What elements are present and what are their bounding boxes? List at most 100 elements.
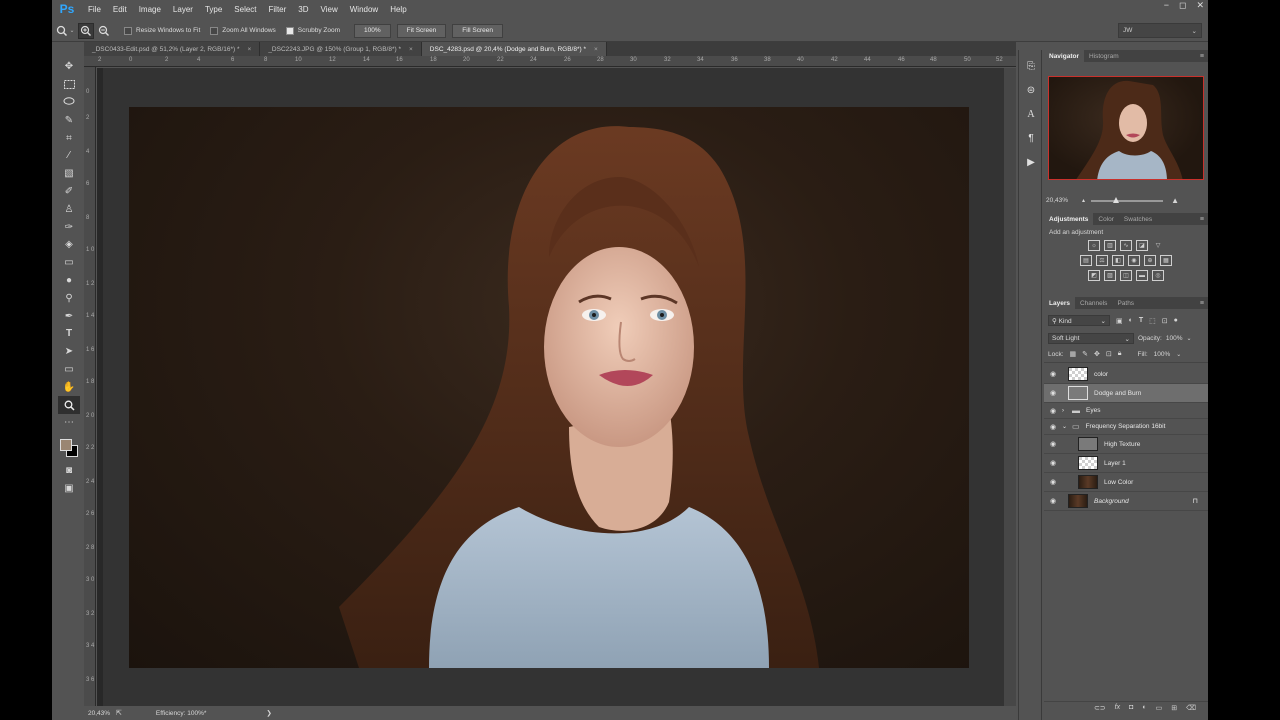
quick-mask-icon[interactable]: ◙	[58, 462, 80, 480]
tab-close-icon[interactable]: ×	[594, 46, 598, 53]
gradient-tool-icon[interactable]: ▭	[58, 254, 80, 272]
layer-row-selected[interactable]: ◉ Dodge and Burn	[1044, 384, 1208, 403]
delete-layer-icon[interactable]: ⌫	[1186, 704, 1196, 712]
eyedropper-tool-icon[interactable]: ⁄	[58, 147, 80, 165]
type-tool-icon[interactable]: T	[58, 325, 80, 343]
layer-group-row[interactable]: ◉ ⌄ ▭ Frequency Separation 16bit	[1044, 419, 1208, 435]
eraser-tool-icon[interactable]: ◈	[58, 236, 80, 254]
crop-tool-icon[interactable]: ⌗	[58, 129, 80, 147]
layer-row-background[interactable]: ◉ Background ⊓	[1044, 492, 1208, 511]
panel-menu-icon[interactable]: ≡	[1200, 53, 1204, 60]
tab-dsc4283[interactable]: DSC_4283.psd @ 20,4% (Dodge and Burn, RG…	[421, 42, 607, 56]
layer-filter-select[interactable]: ⚲ Kind ⌄	[1048, 315, 1110, 326]
fill-screen-button[interactable]: Fill Screen	[452, 23, 504, 38]
hue-sat-icon[interactable]: ▤	[1080, 255, 1092, 266]
zoom-in-large-icon[interactable]: ▲	[1171, 196, 1179, 205]
slider-knob[interactable]	[1113, 196, 1120, 203]
chevron-down-icon[interactable]: ⌄	[1062, 423, 1072, 430]
move-tool-icon[interactable]: ✥	[58, 58, 80, 76]
fill-input[interactable]: 100%	[1154, 351, 1171, 358]
layer-group-row[interactable]: ◉ › ▬ Eyes	[1044, 403, 1208, 419]
bw-icon[interactable]: ◧	[1112, 255, 1124, 266]
panel-menu-icon[interactable]: ≡	[1200, 300, 1204, 307]
lock-position-icon[interactable]: ✥	[1094, 350, 1100, 358]
menu-help[interactable]: Help	[384, 5, 412, 14]
filter-toggle-icon[interactable]: ●	[1174, 317, 1178, 324]
posterize-icon[interactable]: ▨	[1104, 270, 1116, 281]
channel-mixer-icon[interactable]: ⊕	[1144, 255, 1156, 266]
resize-windows-checkbox[interactable]: Resize Windows to Fit	[124, 26, 200, 35]
new-adjustment-icon[interactable]: ◐	[1142, 704, 1146, 711]
eye-icon[interactable]: ◉	[1044, 407, 1062, 415]
tab-close-icon[interactable]: ×	[409, 46, 413, 53]
tab-dsc2243[interactable]: _DSC2243.JPG @ 150% (Group 1, RGB/8*) * ×	[260, 42, 422, 56]
layer-row[interactable]: ◉ color	[1044, 365, 1208, 384]
zoom-in-icon[interactable]	[78, 22, 94, 39]
color-lookup-icon[interactable]: ▦	[1160, 255, 1172, 266]
fx-icon[interactable]: fx	[1115, 704, 1120, 711]
eye-icon[interactable]: ◉	[1044, 478, 1062, 486]
tool-preset-picker[interactable]: ⌄	[52, 25, 78, 37]
checkbox-box[interactable]	[210, 26, 219, 35]
layer-row[interactable]: ◉ Low Color	[1044, 473, 1208, 492]
clone-stamp-tool-icon[interactable]: ♙	[58, 200, 80, 218]
menu-filter[interactable]: Filter	[263, 5, 293, 14]
color-balance-icon[interactable]: ⚖	[1096, 255, 1108, 266]
chevron-right-icon[interactable]: ›	[1062, 408, 1072, 414]
tab-dsc0433[interactable]: _DSC0433-Edit.psd @ 51,2% (Layer 2, RGB/…	[84, 42, 261, 56]
zoom-out-small-icon[interactable]: ▴	[1082, 197, 1085, 204]
checkbox-box-checked[interactable]	[285, 26, 294, 35]
dodge-tool-icon[interactable]: ⚲	[58, 289, 80, 307]
layer-row[interactable]: ◉ High Texture	[1044, 435, 1208, 454]
levels-icon[interactable]: ▥	[1104, 240, 1116, 251]
paragraph-panel-icon[interactable]: ¶	[1019, 126, 1043, 150]
filter-pixel-icon[interactable]: ▣	[1116, 317, 1123, 325]
photo-filter-icon[interactable]: ◉	[1128, 255, 1140, 266]
lock-pixels-icon[interactable]: ✎	[1082, 350, 1088, 358]
menu-3d[interactable]: 3D	[292, 5, 314, 14]
history-brush-tool-icon[interactable]: ✑	[58, 218, 80, 236]
healing-brush-tool-icon[interactable]: ▧	[58, 165, 80, 183]
tab-close-icon[interactable]: ×	[248, 46, 252, 53]
eye-icon[interactable]: ◉	[1044, 370, 1062, 378]
eye-icon[interactable]: ◉	[1044, 389, 1062, 397]
foreground-color-swatch[interactable]	[60, 438, 72, 451]
tab-color[interactable]: Color	[1093, 213, 1119, 225]
tab-histogram[interactable]: Histogram	[1084, 50, 1124, 62]
lock-transparent-icon[interactable]: ▦	[1070, 350, 1077, 358]
menu-select[interactable]: Select	[228, 5, 262, 14]
scrubby-zoom-checkbox[interactable]: Scrubby Zoom	[285, 26, 340, 35]
fit-screen-button[interactable]: Fit Screen	[396, 23, 447, 38]
actions-panel-icon[interactable]: ▶	[1019, 150, 1043, 174]
properties-panel-icon[interactable]: ⊜	[1019, 78, 1043, 102]
hand-tool-icon[interactable]: ✋	[58, 378, 80, 396]
layer-row[interactable]: ◉ Layer 1	[1044, 454, 1208, 473]
tab-paths[interactable]: Paths	[1112, 297, 1139, 309]
eye-icon[interactable]: ◉	[1044, 423, 1062, 431]
lasso-tool-icon[interactable]	[58, 94, 80, 112]
brush-tool-icon[interactable]: ✐	[58, 183, 80, 201]
checkbox-box[interactable]	[124, 26, 132, 35]
menu-image[interactable]: Image	[133, 5, 167, 14]
restore-button[interactable]: ◻	[1179, 0, 1186, 11]
tab-swatches[interactable]: Swatches	[1119, 213, 1157, 225]
eye-icon[interactable]: ◉	[1044, 497, 1062, 505]
minimize-button[interactable]: −	[1164, 0, 1169, 11]
zoom-all-checkbox[interactable]: Zoom All Windows	[210, 26, 276, 35]
workspace-switcher[interactable]: JW ⌄	[1118, 23, 1202, 38]
lock-all-icon[interactable]: 🔒︎	[1118, 350, 1122, 358]
tab-navigator[interactable]: Navigator	[1044, 50, 1084, 62]
brightness-icon[interactable]: ☼	[1088, 240, 1100, 251]
exposure-icon[interactable]: ◪	[1136, 240, 1148, 251]
tab-channels[interactable]: Channels	[1075, 297, 1112, 309]
zoom-100-button[interactable]: 100%	[354, 23, 391, 38]
opacity-input[interactable]: 100%	[1166, 335, 1183, 342]
menu-view[interactable]: View	[315, 5, 344, 14]
menu-type[interactable]: Type	[199, 5, 228, 14]
status-menu-arrow-icon[interactable]: ❯	[266, 709, 271, 717]
rectangle-tool-icon[interactable]: ▭	[58, 361, 80, 379]
screen-mode-icon[interactable]: ▣	[58, 480, 80, 498]
filter-shape-icon[interactable]: ⬚	[1149, 317, 1156, 325]
menu-file[interactable]: File	[82, 5, 107, 14]
chevron-down-icon[interactable]: ⌄	[1176, 351, 1181, 358]
